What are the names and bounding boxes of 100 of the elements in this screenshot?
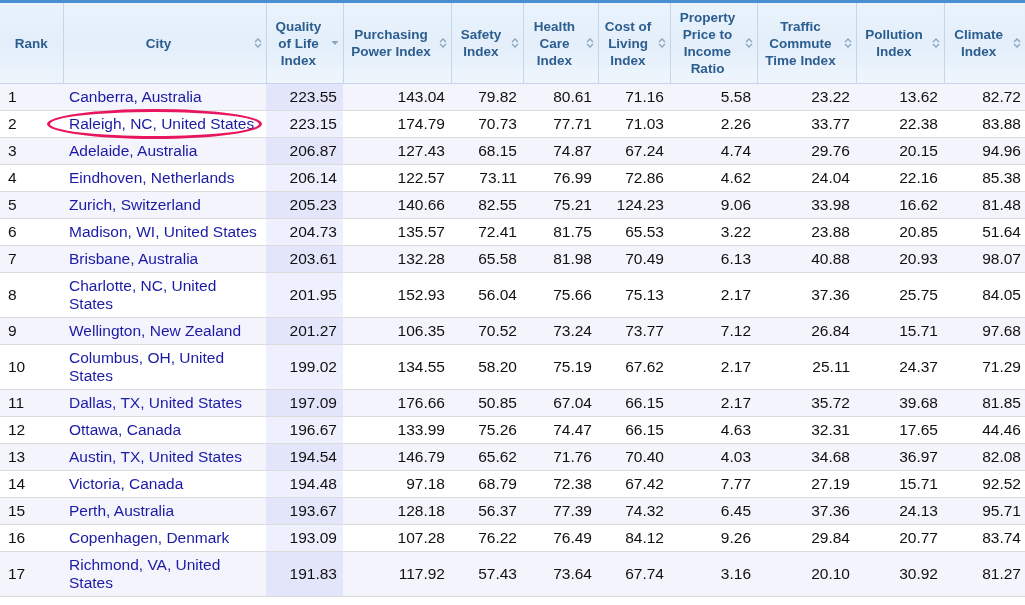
value-cell: 146.79 <box>343 443 451 471</box>
value-cell: 29.76 <box>757 137 856 165</box>
column-header[interactable]: Traffic Commute Time Index <box>757 3 856 84</box>
value-cell: 20.10 <box>757 551 856 597</box>
value-cell: 40.88 <box>757 245 856 273</box>
value-cell: 81.75 <box>523 218 598 246</box>
column-header[interactable]: Property Price to Income Ratio <box>670 3 757 84</box>
sort-icon <box>931 37 940 49</box>
value-cell: 122.57 <box>343 164 451 192</box>
value-cell: 27.19 <box>757 470 856 498</box>
column-header[interactable]: Health Care Index <box>523 3 598 84</box>
column-header[interactable]: Quality of Life Index <box>266 3 343 84</box>
value-cell: 22.16 <box>856 164 944 192</box>
value-cell: 65.53 <box>598 218 670 246</box>
value-cell: 84.12 <box>598 524 670 552</box>
column-header[interactable]: Pollution Index <box>856 3 944 84</box>
value-cell: 74.32 <box>598 497 670 525</box>
column-header[interactable]: Cost of Living Index <box>598 3 670 84</box>
value-cell: 56.04 <box>451 272 523 318</box>
value-cell: 66.15 <box>598 389 670 417</box>
city-link[interactable]: Charlotte, NC, United States <box>69 277 260 313</box>
value-cell: 67.42 <box>598 470 670 498</box>
column-header[interactable]: Climate Index <box>944 3 1025 84</box>
value-cell: 74.87 <box>523 137 598 165</box>
value-cell: 13.62 <box>856 83 944 111</box>
value-cell: 79.82 <box>451 83 523 111</box>
value-cell: 134.55 <box>343 344 451 390</box>
value-cell: 32.31 <box>757 416 856 444</box>
rank-cell: 7 <box>0 245 63 273</box>
value-cell: 84.05 <box>944 272 1025 318</box>
rank-cell: 12 <box>0 416 63 444</box>
value-cell: 2.17 <box>670 344 757 390</box>
value-cell: 67.74 <box>598 551 670 597</box>
value-cell: 9.06 <box>670 191 757 219</box>
value-cell: 36.97 <box>856 443 944 471</box>
value-cell: 83.74 <box>944 524 1025 552</box>
city-link[interactable]: Eindhoven, Netherlands <box>69 169 235 187</box>
city-link[interactable]: Victoria, Canada <box>69 475 184 493</box>
value-cell: 6.13 <box>670 245 757 273</box>
value-cell: 70.73 <box>451 110 523 138</box>
value-cell: 205.23 <box>266 191 343 219</box>
value-cell: 117.92 <box>343 551 451 597</box>
value-cell: 33.98 <box>757 191 856 219</box>
value-cell: 124.23 <box>598 191 670 219</box>
rank-cell: 4 <box>0 164 63 192</box>
value-cell: 9.26 <box>670 524 757 552</box>
value-cell: 143.04 <box>343 83 451 111</box>
rank-cell: 16 <box>0 524 63 552</box>
value-cell: 16.62 <box>856 191 944 219</box>
column-header[interactable]: City <box>63 3 266 84</box>
column-header[interactable]: Safety Index <box>451 3 523 84</box>
value-cell: 76.49 <box>523 524 598 552</box>
column-header[interactable]: Purchasing Power Index <box>343 3 451 84</box>
value-cell: 15.71 <box>856 317 944 345</box>
value-cell: 72.86 <box>598 164 670 192</box>
sort-icon <box>438 37 447 49</box>
city-link[interactable]: Columbus, OH, United States <box>69 349 260 385</box>
value-cell: 7.12 <box>670 317 757 345</box>
value-cell: 199.02 <box>266 344 343 390</box>
value-cell: 65.58 <box>451 245 523 273</box>
value-cell: 76.99 <box>523 164 598 192</box>
value-cell: 80.61 <box>523 83 598 111</box>
sort-descending-icon <box>330 40 339 46</box>
sort-icon <box>744 37 753 49</box>
value-cell: 34.68 <box>757 443 856 471</box>
value-cell: 77.39 <box>523 497 598 525</box>
rank-cell: 14 <box>0 470 63 498</box>
value-cell: 30.92 <box>856 551 944 597</box>
sort-icon <box>657 37 666 49</box>
value-cell: 5.58 <box>670 83 757 111</box>
value-cell: 72.38 <box>523 470 598 498</box>
value-cell: 201.27 <box>266 317 343 345</box>
value-cell: 197.09 <box>266 389 343 417</box>
value-cell: 194.54 <box>266 443 343 471</box>
value-cell: 20.15 <box>856 137 944 165</box>
city-link[interactable]: Madison, WI, United States <box>69 223 257 241</box>
value-cell: 39.68 <box>856 389 944 417</box>
value-cell: 7.77 <box>670 470 757 498</box>
sort-icon <box>843 37 852 49</box>
value-cell: 25.11 <box>757 344 856 390</box>
value-cell: 71.16 <box>598 83 670 111</box>
city-link[interactable]: Copenhagen, Denmark <box>69 529 230 547</box>
sort-icon <box>510 37 519 49</box>
city-link[interactable]: Raleigh, NC, United States <box>69 115 255 133</box>
value-cell: 72.41 <box>451 218 523 246</box>
value-cell: 29.84 <box>757 524 856 552</box>
value-cell: 71.76 <box>523 443 598 471</box>
city-link[interactable]: Ottawa, Canada <box>69 421 181 439</box>
value-cell: 81.48 <box>944 191 1025 219</box>
value-cell: 3.22 <box>670 218 757 246</box>
value-cell: 97.68 <box>944 317 1025 345</box>
value-cell: 73.64 <box>523 551 598 597</box>
value-cell: 82.72 <box>944 83 1025 111</box>
value-cell: 75.26 <box>451 416 523 444</box>
rank-cell: 8 <box>0 272 63 318</box>
rank-cell: 10 <box>0 344 63 390</box>
value-cell: 206.14 <box>266 164 343 192</box>
value-cell: 58.20 <box>451 344 523 390</box>
sort-icon <box>253 37 262 49</box>
value-cell: 77.71 <box>523 110 598 138</box>
